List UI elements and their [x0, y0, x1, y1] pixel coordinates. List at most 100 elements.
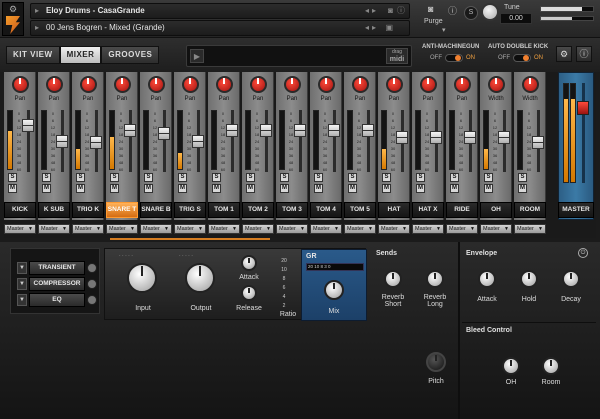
- output-route-dropdown[interactable]: Master: [4, 224, 36, 234]
- volume-fader[interactable]: [532, 136, 544, 149]
- solo-button[interactable]: S: [144, 173, 153, 182]
- output-route-dropdown[interactable]: Master: [514, 224, 546, 234]
- pan-knob[interactable]: [522, 76, 539, 93]
- bleed-oh-knob[interactable]: [502, 357, 520, 375]
- volume-fader[interactable]: [294, 124, 306, 138]
- save-icon[interactable]: ▣: [385, 23, 393, 32]
- mute-button[interactable]: M: [110, 184, 119, 193]
- camera-icon[interactable]: ◙: [388, 6, 393, 15]
- mute-button[interactable]: M: [280, 184, 289, 193]
- mix-knob[interactable]: [324, 280, 344, 300]
- output-route-dropdown[interactable]: Master: [310, 224, 342, 234]
- mute-button[interactable]: M: [246, 184, 255, 193]
- pan-knob[interactable]: [454, 76, 471, 93]
- channel-name-button[interactable]: SNARE T: [106, 202, 138, 218]
- pan-knob[interactable]: [318, 76, 335, 93]
- solo-button[interactable]: S: [246, 173, 255, 182]
- chevron-down-icon[interactable]: ▼: [17, 294, 27, 306]
- chevron-down-icon[interactable]: ▼: [17, 278, 27, 290]
- solo-button[interactable]: S: [484, 173, 493, 182]
- mute-button[interactable]: M: [178, 184, 187, 193]
- mute-button[interactable]: M: [416, 184, 425, 193]
- chevron-down-icon[interactable]: ▼: [17, 262, 27, 274]
- solo-button[interactable]: S: [348, 173, 357, 182]
- envelope-power-icon[interactable]: ⏻: [578, 248, 588, 258]
- envelope-decay-knob[interactable]: [562, 270, 580, 288]
- tab-grooves[interactable]: GROOVES: [101, 46, 160, 64]
- mute-button[interactable]: M: [212, 184, 221, 193]
- volume-fader[interactable]: [22, 119, 34, 133]
- volume-fader[interactable]: [226, 124, 238, 138]
- info-icon[interactable]: ⓘ: [397, 5, 405, 16]
- output-route-dropdown[interactable]: Master: [480, 224, 512, 234]
- channel-name-button[interactable]: TOM 1: [208, 202, 240, 218]
- channel-name-button[interactable]: TOM 3: [276, 202, 308, 218]
- solo-button[interactable]: S: [450, 173, 459, 182]
- channel-name-button[interactable]: RIDE: [446, 202, 478, 218]
- input-knob[interactable]: [127, 263, 157, 293]
- tune-knob[interactable]: [481, 3, 499, 21]
- output-route-dropdown[interactable]: Master: [208, 224, 240, 234]
- mute-button[interactable]: M: [314, 184, 323, 193]
- output-route-dropdown[interactable]: Master: [412, 224, 444, 234]
- purge-button[interactable]: Purge: [424, 18, 443, 25]
- mute-button[interactable]: M: [42, 184, 51, 193]
- pan-knob[interactable]: [284, 76, 301, 93]
- output-route-dropdown[interactable]: Master: [378, 224, 410, 234]
- power-toggle-icon[interactable]: [87, 279, 97, 289]
- solo-toggle-button[interactable]: S: [464, 6, 478, 20]
- volume-fader[interactable]: [124, 124, 136, 138]
- output-route-dropdown[interactable]: Master: [242, 224, 274, 234]
- tab-kit-view[interactable]: KIT VIEW: [6, 46, 60, 64]
- envelope-hold-knob[interactable]: [520, 270, 538, 288]
- solo-button[interactable]: S: [110, 173, 119, 182]
- pan-knob[interactable]: [352, 76, 369, 93]
- output-route-dropdown[interactable]: Master: [106, 224, 138, 234]
- pan-knob[interactable]: [420, 76, 437, 93]
- pan-knob[interactable]: [386, 76, 403, 93]
- channel-name-button[interactable]: K SUB: [38, 202, 70, 218]
- solo-button[interactable]: S: [314, 173, 323, 182]
- volume-fader[interactable]: [328, 124, 340, 138]
- mute-button[interactable]: M: [348, 184, 357, 193]
- solo-button[interactable]: S: [8, 173, 17, 182]
- pan-knob[interactable]: [114, 76, 131, 93]
- channel-name-button[interactable]: TRIG S: [174, 202, 206, 218]
- solo-button[interactable]: S: [212, 173, 221, 182]
- solo-button[interactable]: S: [76, 173, 85, 182]
- power-toggle-icon[interactable]: [87, 295, 97, 305]
- output-route-dropdown[interactable]: Master: [344, 224, 376, 234]
- mute-button[interactable]: M: [518, 184, 527, 193]
- solo-button[interactable]: S: [518, 173, 527, 182]
- channel-name-button[interactable]: TOM 4: [310, 202, 342, 218]
- mute-button[interactable]: M: [144, 184, 153, 193]
- mute-button[interactable]: M: [382, 184, 391, 193]
- envelope-attack-knob[interactable]: [478, 270, 496, 288]
- info-icon[interactable]: ⓘ: [448, 4, 457, 17]
- settings-button[interactable]: ⚙: [556, 46, 572, 62]
- pan-knob[interactable]: [182, 76, 199, 93]
- fx-transient-button[interactable]: TRANSIENT: [29, 261, 85, 275]
- pan-knob[interactable]: [148, 76, 165, 93]
- preset-row[interactable]: ▸ 00 Jens Bogren - Mixed (Grande) ◂▸ ▣: [30, 20, 410, 36]
- volume-fader[interactable]: [90, 136, 102, 149]
- channel-name-button[interactable]: SNARE B: [140, 202, 172, 218]
- mute-button[interactable]: M: [76, 184, 85, 193]
- reverb-short-knob[interactable]: [384, 270, 402, 288]
- pan-slider[interactable]: [540, 16, 594, 21]
- master-fader[interactable]: [577, 101, 589, 115]
- pan-knob[interactable]: [12, 76, 29, 93]
- channel-name-button[interactable]: KICK: [4, 202, 36, 218]
- output-route-dropdown[interactable]: Master: [446, 224, 478, 234]
- volume-fader[interactable]: [192, 134, 204, 148]
- solo-button[interactable]: S: [416, 173, 425, 182]
- solo-button[interactable]: S: [42, 173, 51, 182]
- volume-fader[interactable]: [362, 124, 374, 138]
- purge-chevron-icon[interactable]: ▾: [442, 26, 446, 34]
- drag-midi-button[interactable]: drag midi: [386, 48, 408, 64]
- volume-fader[interactable]: [396, 130, 408, 144]
- volume-fader[interactable]: [260, 124, 272, 138]
- play-icon[interactable]: ▶: [190, 49, 204, 63]
- output-route-dropdown[interactable]: Master: [174, 224, 206, 234]
- mute-button[interactable]: M: [484, 184, 493, 193]
